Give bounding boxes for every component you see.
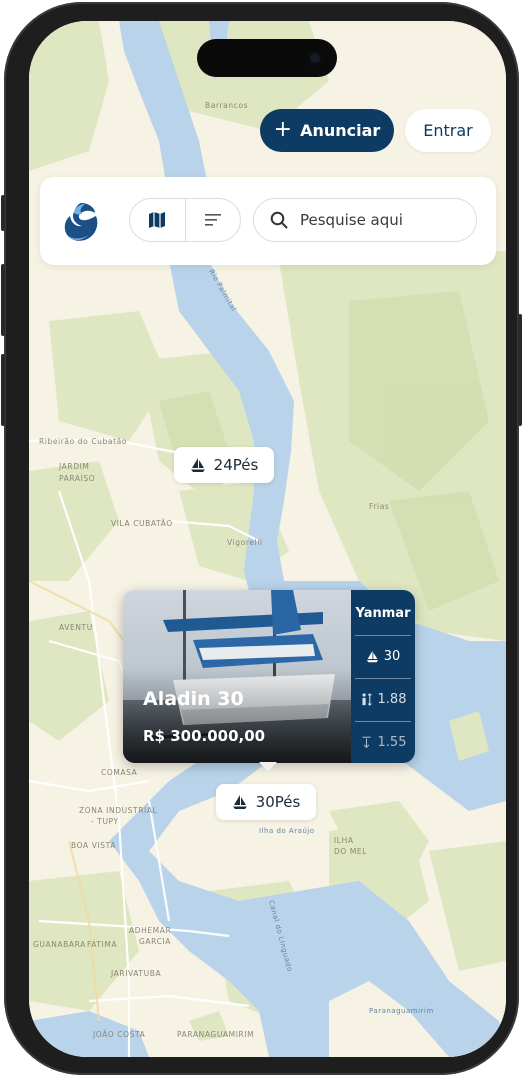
map-label-boa-vista: BOA VISTA [71, 841, 116, 850]
map-label-jardim: JARDIM [58, 462, 89, 471]
pin-label: 24Pés [213, 456, 259, 474]
app-logo-icon [64, 203, 98, 241]
listing-card-pointer [259, 762, 277, 771]
list-view-button[interactable] [184, 199, 241, 241]
listing-price: R$ 300.000,00 [143, 727, 266, 745]
map-label-aventureiro: AVENTU [59, 623, 93, 632]
plus-icon: + [273, 116, 293, 142]
search-icon [270, 211, 288, 229]
map-label-guanabara: GUANABARA [33, 940, 86, 949]
map-label-zona-industrial: ZONA INDUSTRIAL [79, 806, 158, 815]
map-label-ilha-araujo: Ilha do Araújo [259, 827, 315, 835]
height-icon [361, 692, 372, 706]
listing-name: Aladin 30 [143, 688, 244, 710]
spec-depth: 1.55 [355, 721, 411, 763]
map-label-frias: Frias [369, 502, 389, 511]
phone-side-button [1, 195, 5, 231]
search-panel [40, 177, 496, 265]
listing-specs: Yanmar 30 1.88 1.55 [351, 590, 415, 763]
phone-volume-down [1, 354, 5, 426]
depth-icon [361, 736, 371, 748]
map-label-vila-cubatao: VILA CUBATÃO [111, 519, 173, 528]
spec-length: 30 [355, 635, 411, 677]
map-label-comasa: COMASA [101, 768, 138, 777]
announce-button[interactable]: + Anunciar [260, 109, 394, 152]
map-label-jarivatuba: JARIVATUBA [110, 969, 161, 978]
screen: Barrancos Ribeirão do Cubatão JARDIM PAR… [29, 21, 506, 1057]
map-view-button[interactable] [130, 199, 185, 241]
dynamic-island [197, 39, 337, 77]
sailboat-icon [366, 650, 378, 662]
view-toggle [129, 198, 241, 242]
map-label-paraiso: PARAÍSO [59, 474, 95, 483]
map-label-fatima: FÁTIMA [87, 940, 117, 949]
map-label-paranaguamirim: PARANAGUAMIRIM [177, 1030, 254, 1039]
phone-frame: Barrancos Ribeirão do Cubatão JARDIM PAR… [1, 2, 522, 1075]
map-label-do-mel: DO MEL [334, 847, 367, 856]
map-label-ribeirao: Ribeirão do Cubatão [39, 437, 127, 446]
map-label-vigorelli: Vigorelli [227, 538, 263, 547]
map-label-ilha: ILHA [334, 836, 354, 845]
camera-lens [307, 50, 323, 66]
sailboat-icon [232, 795, 247, 809]
map-label-joao-costa: JOÃO COSTA [92, 1030, 146, 1039]
map-label-garcia: GARCIA [139, 937, 171, 946]
sailboat-icon [190, 458, 205, 472]
listing-card[interactable]: Aladin 30 R$ 300.000,00 Yanmar 30 1.88 1… [123, 590, 415, 763]
spec-engine: Yanmar [355, 605, 411, 621]
phone-power-button [518, 314, 522, 426]
map-label-barrancos: Barrancos [205, 101, 248, 110]
map-label-tupy: - TUPY [91, 817, 119, 826]
search-field[interactable] [253, 198, 477, 242]
pin-label: 30Pés [255, 793, 301, 811]
login-button[interactable]: Entrar [405, 109, 491, 152]
phone-volume-up [1, 264, 5, 336]
map-icon [149, 212, 166, 228]
announce-label: Anunciar [300, 121, 381, 140]
spec-draft: 1.88 [355, 678, 411, 720]
search-input[interactable] [300, 211, 450, 229]
map-pin-30-pes[interactable]: 30Pés [216, 784, 316, 820]
map-pin-24-pes[interactable]: 24Pés [174, 447, 274, 483]
list-icon [204, 214, 221, 226]
map-label-paranaguamirim-water: Paranaguamirim [369, 1007, 434, 1015]
map-label-adhemar: ADHEMAR [129, 926, 171, 935]
